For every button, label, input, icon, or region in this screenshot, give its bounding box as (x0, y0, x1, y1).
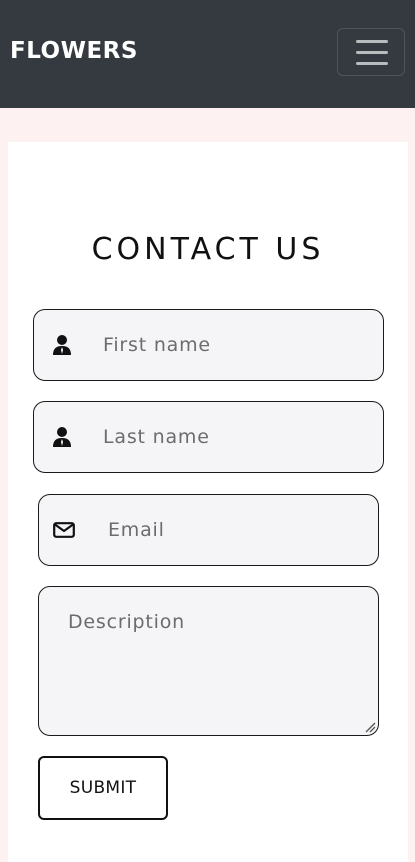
email-placeholder: Email (108, 519, 165, 541)
navbar-toggle-button[interactable] (337, 28, 405, 76)
first-name-field[interactable]: First name (33, 309, 384, 381)
user-icon (53, 335, 71, 355)
hamburger-menu-icon-bar (356, 51, 388, 54)
user-icon (53, 427, 71, 447)
description-textarea[interactable]: Description (38, 586, 379, 736)
description-placeholder: Description (68, 611, 186, 633)
email-field[interactable]: Email (38, 494, 379, 566)
brand-logo[interactable]: FLOWERS (10, 36, 138, 66)
last-name-placeholder: Last name (103, 426, 210, 448)
page-title: CONTACT US (91, 232, 325, 267)
submit-button[interactable]: SUBMIT (38, 756, 168, 820)
last-name-field[interactable]: Last name (33, 401, 384, 473)
envelope-icon (53, 522, 75, 538)
navbar: FLOWERS (0, 0, 415, 108)
contact-card: CONTACT US First name Last name Email De… (8, 142, 408, 862)
first-name-placeholder: First name (103, 334, 211, 356)
hamburger-menu-icon (356, 40, 388, 43)
hamburger-menu-icon-bar (356, 62, 388, 65)
resize-handle-icon[interactable] (364, 721, 376, 733)
